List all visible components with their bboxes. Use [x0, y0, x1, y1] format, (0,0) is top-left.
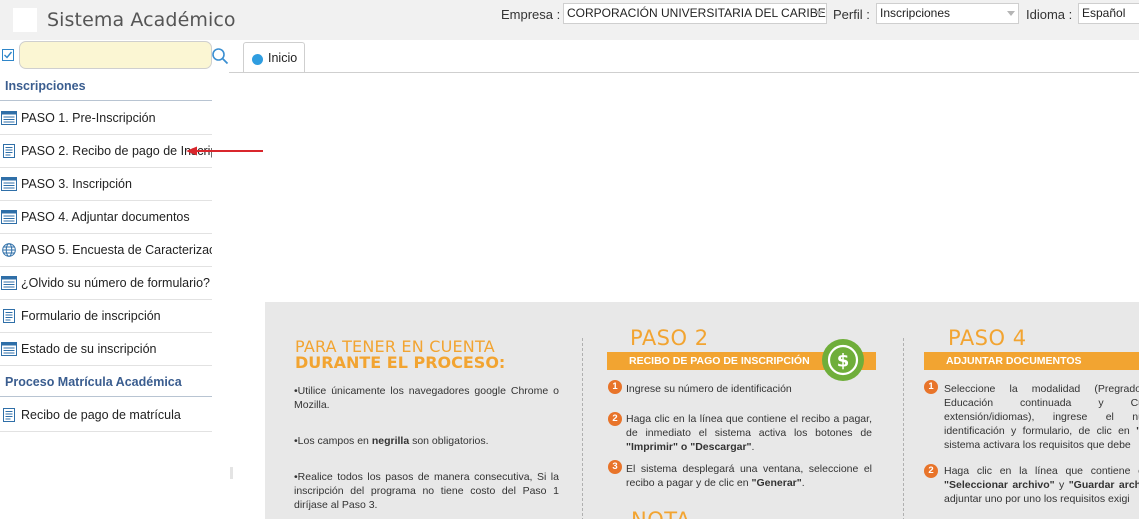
step-text: El sistema desplegará una ventana, selec… — [626, 463, 872, 489]
app-title: Sistema Académico — [47, 9, 236, 31]
menu-item-label: Estado de su inscripción — [21, 342, 157, 356]
red-arrow-annotation-icon — [186, 146, 263, 156]
empresa-label: Empresa : — [501, 7, 561, 22]
document-icon — [3, 408, 15, 422]
step-bold: "Imprimir" o "Descargar" — [626, 441, 752, 453]
globe-icon — [2, 243, 16, 257]
sidebar: Inscripciones PASO 1. Pre-Inscripción PA… — [0, 40, 230, 519]
banner-col1-title-line2: DURANTE EL PROCESO: — [295, 353, 506, 372]
menu-item-estado-inscripcion[interactable]: Estado de su inscripción — [0, 333, 212, 366]
tab-strip-divider — [229, 72, 1139, 73]
menu-item-paso-2[interactable]: PASO 2. Recibo de pago de Inscripción — [0, 135, 212, 168]
step-number-badge: 2 — [924, 464, 938, 478]
logo — [13, 8, 37, 32]
paso4-title: PASO 4 — [948, 326, 1027, 350]
step-number-badge: 2 — [608, 412, 622, 426]
tab-status-dot-icon — [252, 54, 263, 65]
perfil-select[interactable]: Inscripciones — [876, 3, 1019, 24]
document-icon — [3, 309, 15, 323]
step-text: . — [751, 441, 755, 453]
banner-note-bold: negrilla — [371, 435, 410, 447]
paso2-title: PASO 2 — [630, 326, 709, 350]
list-icon — [1, 342, 17, 356]
search-input[interactable] — [19, 41, 212, 69]
empresa-select[interactable]: CORPORACIÓN UNIVERSITARIA DEL CARIBE — [563, 3, 827, 24]
list-icon — [1, 111, 17, 125]
menu-item-label: PASO 3. Inscripción — [21, 177, 132, 191]
step-bold: "Generar" — [751, 477, 802, 489]
list-icon — [1, 276, 17, 290]
step-text: Haga clic en la línea que contiene e — [944, 465, 1139, 477]
paso4-step2: Haga clic en la línea que contiene e "Se… — [944, 464, 1139, 506]
banner-divider — [903, 338, 904, 519]
menu-item-label: PASO 5. Encuesta de Caracterización — [21, 243, 212, 257]
svg-text:$: $ — [837, 351, 850, 372]
paso2-step3: El sistema desplegará una ventana, selec… — [626, 462, 872, 490]
checkbox-icon[interactable] — [2, 49, 14, 61]
sidebar-scrollbar[interactable] — [230, 467, 233, 479]
menu-item-paso-5[interactable]: PASO 5. Encuesta de Caracterización — [0, 234, 212, 267]
step-text: y — [1054, 479, 1069, 491]
menu-item-olvido-formulario[interactable]: ¿Olvido su número de formulario? — [0, 267, 212, 300]
search-icon[interactable] — [211, 47, 229, 65]
step-bold: "Seleccionar archivo" — [944, 479, 1055, 491]
menu-item-paso-1[interactable]: PASO 1. Pre-Inscripción — [0, 102, 212, 135]
banner-note-browsers: •Utilice únicamente los navegadores goog… — [294, 385, 559, 411]
step-text: . — [801, 477, 805, 489]
step-number-badge: 1 — [924, 380, 938, 394]
idioma-label: Idioma : — [1026, 7, 1073, 22]
step-number-badge: 3 — [608, 460, 622, 474]
paso4-bar: ADJUNTAR DOCUMENTOS — [924, 352, 1139, 370]
dollar-icon: $ — [822, 339, 864, 381]
section-title-inscripciones[interactable]: Inscripciones — [0, 72, 212, 101]
banner-divider — [582, 338, 583, 519]
perfil-select-value: Inscripciones — [880, 6, 951, 20]
menu-item-paso-4[interactable]: PASO 4. Adjuntar documentos — [0, 201, 212, 234]
menu-item-paso-3[interactable]: PASO 3. Inscripción — [0, 168, 212, 201]
menu-item-label: ¿Olvido su número de formulario? — [21, 276, 210, 290]
menu-item-label: PASO 2. Recibo de pago de Inscripción — [21, 144, 212, 158]
sidebar-search-row — [0, 40, 230, 72]
banner-note-bold-fields: •Los campos en negrilla son obligatorios… — [294, 434, 559, 448]
chevron-down-icon — [1007, 11, 1015, 16]
banner-note-text: •Los campos en — [294, 435, 372, 447]
list-icon — [1, 210, 17, 224]
chevron-down-icon — [815, 11, 823, 16]
idioma-select-value: Español — [1082, 6, 1126, 20]
tab-inicio[interactable]: Inicio — [243, 42, 305, 73]
paso2-step2: Haga clic en la línea que contiene el re… — [626, 412, 872, 454]
menu-item-label: Recibo de pago de matrícula — [21, 408, 181, 422]
step-text: Haga clic en la línea que contiene el re… — [626, 413, 872, 439]
menu-item-label: Formulario de inscripción — [21, 309, 161, 323]
perfil-label: Perfil : — [833, 7, 870, 22]
idioma-select[interactable]: Español — [1078, 3, 1139, 24]
top-header: Sistema Académico Empresa : CORPORACIÓN … — [0, 0, 1139, 40]
step-text: adjuntar uno por uno los requisitos exig… — [944, 493, 1130, 505]
banner-note-text: son obligatorios. — [409, 435, 489, 447]
empresa-select-value: CORPORACIÓN UNIVERSITARIA DEL CARIBE — [567, 6, 826, 20]
step-bold: "Guardar archi — [1068, 479, 1139, 491]
banner-note-consecutive: •Realice todos los pasos de manera conse… — [294, 471, 559, 511]
paso2-step1: Ingrese su número de identificación — [626, 383, 792, 395]
list-icon — [1, 177, 17, 191]
paso4-step1: Seleccione la modalidad (Pregrado, Educa… — [944, 382, 1139, 452]
tab-label: Inicio — [268, 51, 298, 65]
menu-item-label: PASO 4. Adjuntar documentos — [21, 210, 190, 224]
menu-item-label: PASO 1. Pre-Inscripción — [21, 111, 156, 125]
section-title-proceso-matricula[interactable]: Proceso Matrícula Académica — [0, 368, 212, 397]
step-number-badge: 1 — [608, 380, 622, 394]
nota-title: NOTA — [631, 508, 691, 519]
step-text: Seleccione la modalidad (Pregrado, Educa… — [944, 383, 1139, 437]
document-icon — [3, 144, 15, 158]
menu-item-formulario-inscripcion[interactable]: Formulario de inscripción — [0, 300, 212, 333]
menu-item-recibo-matricula[interactable]: Recibo de pago de matrícula — [0, 399, 212, 432]
step-text: sistema activara los requisitos que debe — [944, 439, 1131, 451]
info-banner: PARA TENER EN CUENTA DURANTE EL PROCESO:… — [265, 302, 1139, 519]
